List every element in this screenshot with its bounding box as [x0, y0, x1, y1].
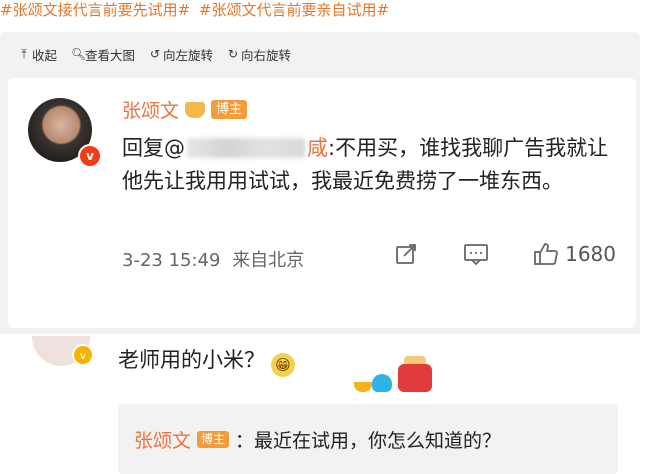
search-icon: 🔍︎	[71, 47, 87, 61]
timestamp: 3-23 15:49	[122, 250, 221, 271]
like-count: 1680	[565, 242, 616, 266]
blogger-badge: 博主	[211, 100, 248, 119]
comment-icon	[464, 244, 488, 266]
sub-reply-badge: 博主	[197, 431, 230, 448]
rotate-right-label: 向右旋转	[241, 47, 292, 63]
action-bar: 1680	[393, 241, 616, 267]
verified-v-icon: v	[72, 344, 94, 366]
view-large-label: 查看大图	[85, 47, 136, 63]
sub-reply-author[interactable]: 张颂文	[134, 426, 191, 453]
comment-text: 老师用的小米？	[118, 348, 265, 372]
share-button[interactable]	[393, 241, 419, 267]
rotate-left-icon: ↺	[150, 47, 161, 61]
topic-tags: #张颂文接代言前要先试用# #张颂文代言前要亲自试用#	[0, 0, 660, 22]
image-toolbar: ⤒ 收起 🔍︎ 查看大图 ↺ 向左旋转 ↻ 向右旋转	[18, 44, 291, 64]
comment-text-row: 老师用的小米？ 😁	[118, 344, 295, 377]
author-name[interactable]: 张颂文	[122, 96, 179, 123]
mention-link[interactable]: 咸	[185, 136, 328, 160]
rotate-right-button[interactable]: ↻ 向右旋转	[227, 44, 291, 64]
collapse-label: 收起	[32, 47, 58, 63]
redacted-username	[187, 138, 305, 158]
teapot-icon	[372, 374, 392, 392]
rotate-left-button[interactable]: ↺ 向左旋转	[149, 44, 213, 64]
view-large-button[interactable]: 🔍︎ 查看大图	[71, 44, 135, 64]
rotate-left-label: 向左旋转	[163, 47, 214, 63]
location: 来自北京	[232, 250, 305, 271]
toaster-icon	[398, 364, 432, 392]
kitchen-sticker-image	[350, 356, 440, 400]
sub-reply-text: ：最近在试用，你怎么知道的？	[235, 430, 502, 452]
collapse-icon: ⤒	[21, 46, 27, 61]
sub-reply: 张颂文 博主 ：最近在试用，你怎么知道的？	[118, 404, 618, 474]
verified-v-icon: v	[78, 144, 102, 168]
collapse-button[interactable]: ⤒ 收起	[18, 44, 57, 64]
crown-icon	[185, 101, 206, 118]
reply-prefix: 回复@	[122, 136, 185, 160]
like-button[interactable]: 1680	[533, 241, 616, 267]
comment-button[interactable]	[463, 241, 489, 267]
post-meta: 3-23 15:49 来自北京	[122, 246, 304, 272]
comment-item: v 老师用的小米？ 😁 张颂文 博主 ：最近在试用，你怎么知道的？	[0, 334, 640, 474]
sub-reply-row: 张颂文 博主 ：最近在试用，你怎么知道的？	[134, 426, 501, 453]
topic-tag-2[interactable]: #张颂文代言前要亲自试用#	[199, 1, 389, 19]
rotate-right-icon: ↻	[228, 47, 239, 61]
grin-emoji-icon: 😁	[271, 353, 295, 377]
author-row: 张颂文 博主	[122, 96, 248, 123]
topic-tag-1[interactable]: #张颂文接代言前要先试用#	[0, 1, 190, 19]
thumbs-up-icon	[534, 243, 558, 265]
cup-icon	[354, 382, 372, 392]
reply-post: v 张颂文 博主 回复@ 咸:不用买，谁找我聊广告我就让他先让我用用试试，我最近免…	[8, 78, 636, 328]
share-icon	[396, 244, 416, 264]
reply-text: 回复@ 咸:不用买，谁找我聊广告我就让他先让我用用试试，我最近免费捞了一堆东西。	[122, 132, 622, 198]
weibo-card: ⤒ 收起 🔍︎ 查看大图 ↺ 向左旋转 ↻ 向右旋转 v 张颂文 博主 回复@ 咸…	[0, 32, 640, 474]
